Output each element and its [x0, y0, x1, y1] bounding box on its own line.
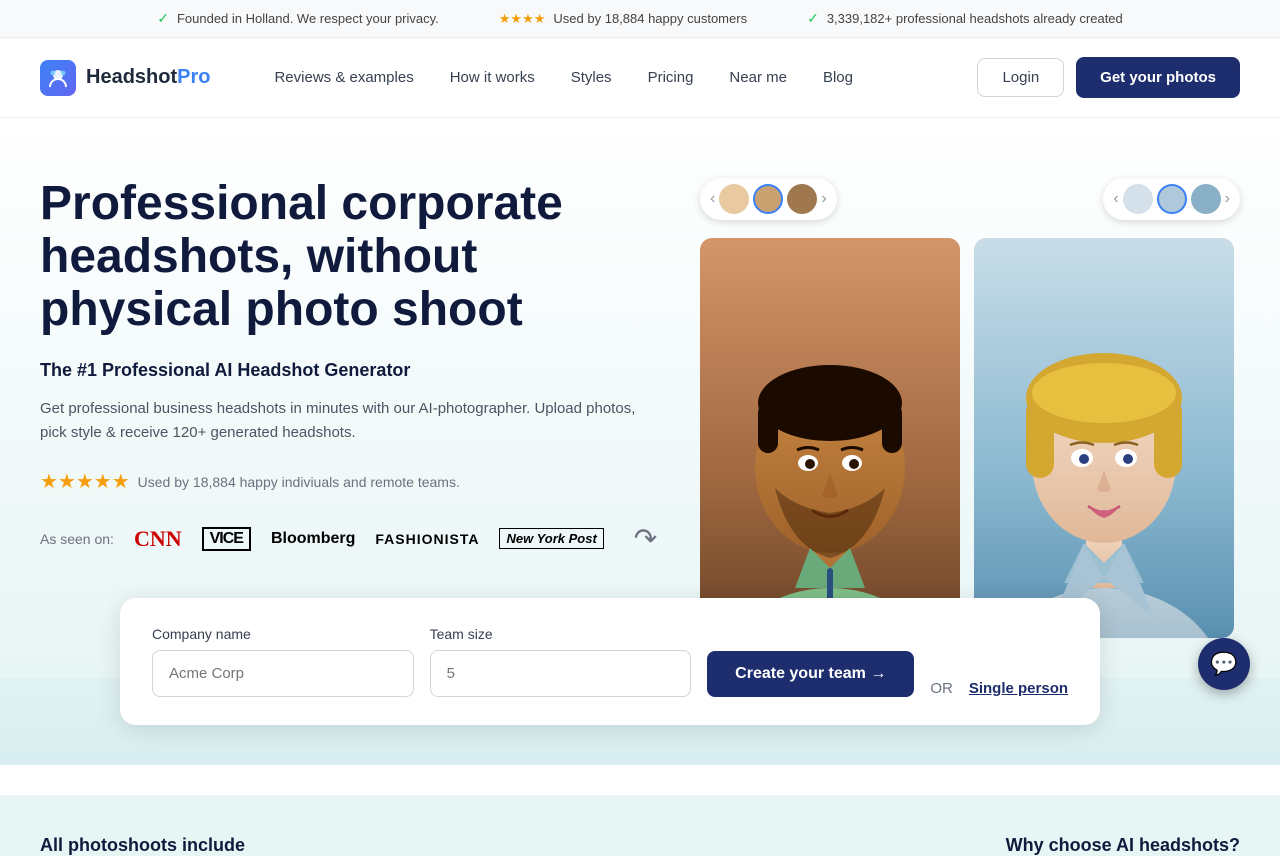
chevron-left-icon[interactable]: ‹: [710, 190, 715, 208]
nav-reviews[interactable]: Reviews & examples: [260, 61, 427, 94]
nav-blog[interactable]: Blog: [809, 61, 867, 94]
bottom-section: All photoshoots include Why choose AI he…: [0, 795, 1280, 856]
thumb-img-5[interactable]: [1157, 184, 1187, 214]
hero-description: Get professional business headshots in m…: [40, 397, 660, 445]
right-thumb-selector: ‹ ›: [1103, 178, 1240, 220]
banner-item-customers: ★★★★ Used by 18,884 happy customers: [499, 11, 747, 27]
arrow-icon: ↷: [634, 522, 657, 555]
nav-pricing[interactable]: Pricing: [634, 61, 708, 94]
form-row: Company name Team size Create your team …: [152, 626, 1068, 697]
chat-icon: 💬: [1210, 651, 1237, 677]
nav-links: Reviews & examples How it works Styles P…: [260, 61, 977, 94]
top-banner: ✓ Founded in Holland. We respect your pr…: [0, 0, 1280, 38]
hero-rating-text: Used by 18,884 happy indiviuals and remo…: [138, 474, 460, 490]
cnn-logo: CNN: [134, 526, 182, 552]
login-button[interactable]: Login: [977, 58, 1064, 97]
thumb-img-6[interactable]: [1191, 184, 1221, 214]
thumb-img-1[interactable]: [719, 184, 749, 214]
check-icon: ✓: [157, 10, 169, 27]
team-size-field: Team size: [430, 626, 692, 697]
company-name-field: Company name: [152, 626, 414, 697]
nav-how-it-works[interactable]: How it works: [436, 61, 549, 94]
get-photos-button[interactable]: Get your photos: [1076, 57, 1240, 98]
nyp-logo: New York Post: [499, 528, 603, 549]
hero-stars-icon: ★★★★★: [40, 469, 130, 494]
seen-on-label: As seen on:: [40, 531, 114, 547]
hero-rating: ★★★★★ Used by 18,884 happy indiviuals an…: [40, 469, 660, 494]
man-photo-svg: [700, 238, 960, 638]
nav-near-me[interactable]: Near me: [715, 61, 801, 94]
thumb-img-2[interactable]: [753, 184, 783, 214]
woman-photo-svg: [974, 238, 1234, 638]
banner-headshots-text: 3,339,182+ professional headshots alread…: [827, 11, 1123, 26]
banner-item-privacy: ✓ Founded in Holland. We respect your pr…: [157, 10, 439, 27]
thumb-img-3[interactable]: [787, 184, 817, 214]
logo-icon: [40, 60, 76, 96]
navbar: HeadshotPro Reviews & examples How it wo…: [0, 38, 1280, 118]
banner-privacy-text: Founded in Holland. We respect your priv…: [177, 11, 439, 26]
hero-section: Professional corporate headshots, withou…: [0, 118, 1280, 678]
nav-actions: Login Get your photos: [977, 57, 1240, 98]
create-team-button[interactable]: Create your team →: [707, 651, 914, 697]
seen-on-section: As seen on: CNN VICE Bloomberg FASHIONIS…: [40, 522, 660, 555]
chevron-right-icon[interactable]: ›: [821, 190, 826, 208]
banner-customers-text: Used by 18,884 happy customers: [553, 11, 747, 26]
hero-subtitle: The #1 Professional AI Headshot Generato…: [40, 360, 660, 381]
chat-button[interactable]: 💬: [1198, 638, 1250, 690]
fashionista-logo: FASHIONISTA: [375, 531, 479, 547]
single-person-link[interactable]: Single person: [969, 680, 1068, 697]
thumb-img-4[interactable]: [1123, 184, 1153, 214]
company-name-label: Company name: [152, 626, 414, 642]
bottom-left-title: All photoshoots include: [40, 835, 245, 856]
team-size-input[interactable]: [430, 650, 692, 697]
bloomberg-logo: Bloomberg: [271, 530, 355, 548]
team-form: Company name Team size Create your team …: [120, 598, 1100, 725]
hero-title: Professional corporate headshots, withou…: [40, 178, 660, 336]
check-icon-2: ✓: [807, 10, 819, 27]
left-thumb-selector: ‹ ›: [700, 178, 837, 220]
stars-icon: ★★★★: [499, 11, 546, 27]
chevron-right-icon-2[interactable]: ›: [1225, 190, 1230, 208]
bottom-right-title: Why choose AI headshots?: [1006, 835, 1240, 856]
banner-item-headshots: ✓ 3,339,182+ professional headshots alre…: [807, 10, 1123, 27]
logo-text: HeadshotPro: [86, 66, 210, 89]
team-size-label: Team size: [430, 626, 692, 642]
nav-styles[interactable]: Styles: [557, 61, 626, 94]
logo[interactable]: HeadshotPro: [40, 60, 210, 96]
chevron-left-icon-2[interactable]: ‹: [1113, 190, 1118, 208]
company-name-input[interactable]: [152, 650, 414, 697]
vice-logo: VICE: [202, 527, 251, 551]
or-divider: OR: [930, 680, 953, 697]
